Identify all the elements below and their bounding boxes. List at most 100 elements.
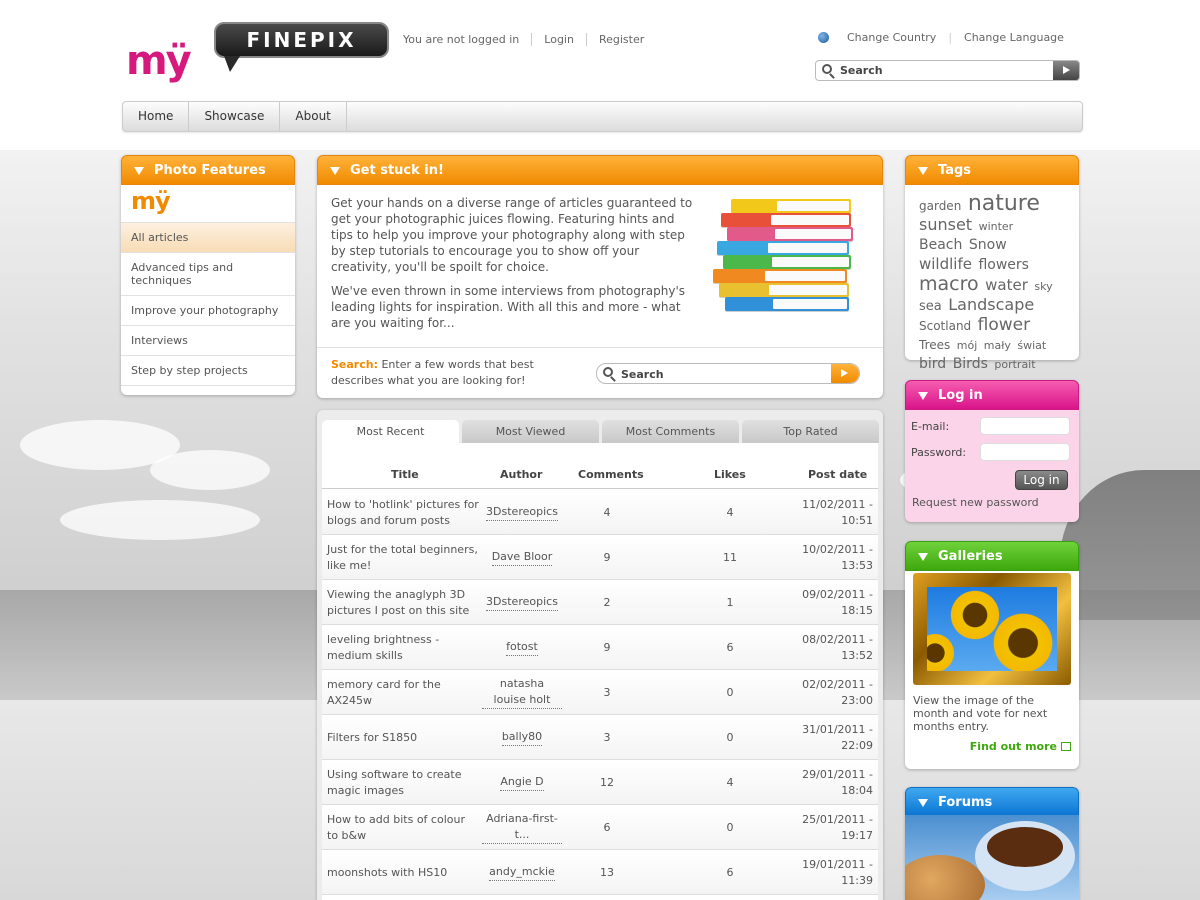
find-out-more-link[interactable]: Find out more	[970, 740, 1071, 753]
post-date: 25/01/2011 - 19:17	[802, 812, 873, 842]
tag-link[interactable]: nature	[968, 191, 1040, 216]
tag-link[interactable]: Trees	[919, 338, 950, 352]
login-link[interactable]: Login	[531, 33, 586, 46]
tag-link[interactable]: świat	[1017, 339, 1046, 352]
likes-count: 1	[726, 596, 734, 609]
tag-link[interactable]: Beach	[919, 237, 962, 253]
header-search	[815, 60, 1080, 81]
article-title-link[interactable]: How to 'hotlink' pictures for blogs and …	[327, 490, 479, 535]
tag-link[interactable]: portrait	[994, 358, 1035, 371]
pf-item-all-articles[interactable]: All articles	[121, 223, 295, 253]
login-status: You are not logged in	[403, 33, 520, 46]
author-link[interactable]: Angie D	[482, 760, 562, 805]
image-of-month-thumbnail[interactable]	[913, 573, 1071, 685]
tag-link[interactable]: garden	[919, 199, 961, 213]
pf-item-advanced-tips[interactable]: Advanced tips and techniques	[121, 253, 295, 296]
articles-table-panel: Most Recent Most Viewed Most Comments To…	[317, 410, 883, 900]
author-link[interactable]: natasha louise holt	[482, 670, 562, 715]
table-row: Viewing the anaglyph 3D pictures I post …	[322, 580, 878, 625]
tag-link[interactable]: sunset	[919, 215, 972, 234]
author-link[interactable]: bally80	[482, 715, 562, 760]
table-row: Filters for S1850 bally80 3 0 31/01/2011 - 2…	[322, 715, 878, 760]
header-search-input[interactable]	[840, 63, 1050, 78]
post-date: 02/02/2011 - 23:00	[802, 677, 873, 707]
forums-coffee-image[interactable]	[905, 815, 1079, 900]
nav-about[interactable]: About	[280, 102, 347, 131]
nav-showcase[interactable]: Showcase	[189, 102, 281, 131]
tag-link[interactable]: mój	[957, 339, 978, 352]
password-field[interactable]	[980, 443, 1070, 461]
change-country-link[interactable]: Change Country	[847, 31, 936, 44]
author-link[interactable]: 3Dstereopics	[482, 490, 562, 535]
request-password-link[interactable]: Request new password	[912, 496, 1039, 509]
pf-item-step-by-step[interactable]: Step by step projects	[121, 356, 295, 386]
tab-most-viewed[interactable]: Most Viewed	[462, 420, 599, 443]
password-label: Password:	[911, 446, 967, 459]
myfinepix-logo[interactable]: mÿ FINEPIX	[126, 18, 391, 94]
post-date: 11/02/2011 - 10:51	[802, 497, 873, 527]
tab-most-comments[interactable]: Most Comments	[602, 420, 739, 443]
col-author[interactable]: Author	[500, 468, 542, 481]
col-likes[interactable]: Likes	[714, 468, 746, 481]
login-panel: Log in E-mail: Password: Log in Request …	[905, 380, 1079, 522]
author-link[interactable]: Dave Bloor	[482, 535, 562, 580]
tag-link[interactable]: macro	[919, 273, 979, 295]
header-search-button[interactable]	[1053, 61, 1079, 80]
pf-item-interviews[interactable]: Interviews	[121, 326, 295, 356]
search-prompt: Search: Enter a few words that best desc…	[331, 357, 571, 389]
login-button[interactable]: Log in	[1015, 470, 1068, 490]
col-title[interactable]: Title	[391, 468, 419, 481]
col-comments[interactable]: Comments	[578, 468, 644, 481]
galleries-text: View the image of the month and vote for…	[913, 694, 1048, 733]
tag-link[interactable]: Landscape	[948, 295, 1034, 314]
tab-most-recent[interactable]: Most Recent	[322, 420, 459, 444]
tag-link[interactable]: sky	[1034, 280, 1052, 293]
article-title-link[interactable]: Filters for S1850	[327, 715, 479, 760]
tag-link[interactable]: flower	[978, 315, 1030, 335]
tag-link[interactable]: Birds	[953, 356, 988, 372]
post-date: 31/01/2011 - 22:09	[802, 722, 873, 752]
tag-link[interactable]: water	[985, 276, 1028, 294]
comments-count: 2	[603, 596, 611, 609]
col-post-date[interactable]: Post date	[808, 468, 867, 481]
article-title-link[interactable]: moonshots with HS10	[327, 850, 479, 895]
tag-link[interactable]: mały	[984, 339, 1011, 352]
pf-item-improve-photography[interactable]: Improve your photography	[121, 296, 295, 326]
tag-link[interactable]: winter	[979, 220, 1014, 233]
register-link[interactable]: Register	[585, 33, 656, 46]
author-link[interactable]: andy_mckie	[482, 850, 562, 895]
email-field[interactable]	[980, 417, 1070, 435]
article-title-link[interactable]: How to add bits of colour to b&w	[327, 805, 479, 850]
article-title-link[interactable]: Just for the total beginners, like me!	[327, 535, 479, 580]
forums-header: Forums	[905, 787, 1079, 817]
tag-link[interactable]: wildlife	[919, 255, 972, 273]
tag-link[interactable]: sea	[919, 299, 942, 314]
comments-count: 6	[603, 821, 611, 834]
post-date: 19/01/2011 - 11:39	[802, 857, 873, 887]
author-link[interactable]: Adriana-first-t...	[482, 805, 562, 850]
author-link[interactable]: fotost	[482, 625, 562, 670]
logo-bubble-tail	[224, 56, 240, 72]
tab-top-rated[interactable]: Top Rated	[742, 420, 879, 443]
author-link[interactable]: 3Dstereopics	[482, 580, 562, 625]
table-row: Using software to create magic images Ang…	[322, 760, 878, 805]
tags-panel: Tags garden nature sunset winter Beach S…	[905, 155, 1079, 372]
tag-link[interactable]: flowers	[978, 257, 1029, 273]
article-title-link[interactable]: leveling brightness - medium skills	[327, 625, 479, 670]
search-icon	[822, 64, 832, 74]
article-search-button[interactable]	[831, 364, 859, 383]
article-search-input[interactable]	[621, 367, 821, 381]
tag-link[interactable]: bird	[919, 356, 946, 372]
table-row: leveling brightness - medium skills fotos…	[322, 625, 878, 670]
article-title-link[interactable]: memory card for the AX245w	[327, 670, 479, 715]
article-title-link[interactable]: Using software to create magic images	[327, 760, 479, 805]
likes-count: 4	[726, 776, 734, 789]
comments-count: 3	[603, 731, 611, 744]
tag-link[interactable]: Scotland	[919, 319, 971, 333]
article-title-link[interactable]: Viewing the anaglyph 3D pictures I post …	[327, 580, 479, 625]
comments-count: 9	[603, 641, 611, 654]
books-stack-image	[703, 193, 868, 333]
tag-link[interactable]: Snow	[969, 237, 1007, 253]
change-language-link[interactable]: Change Language	[964, 31, 1064, 44]
nav-home[interactable]: Home	[123, 102, 190, 131]
